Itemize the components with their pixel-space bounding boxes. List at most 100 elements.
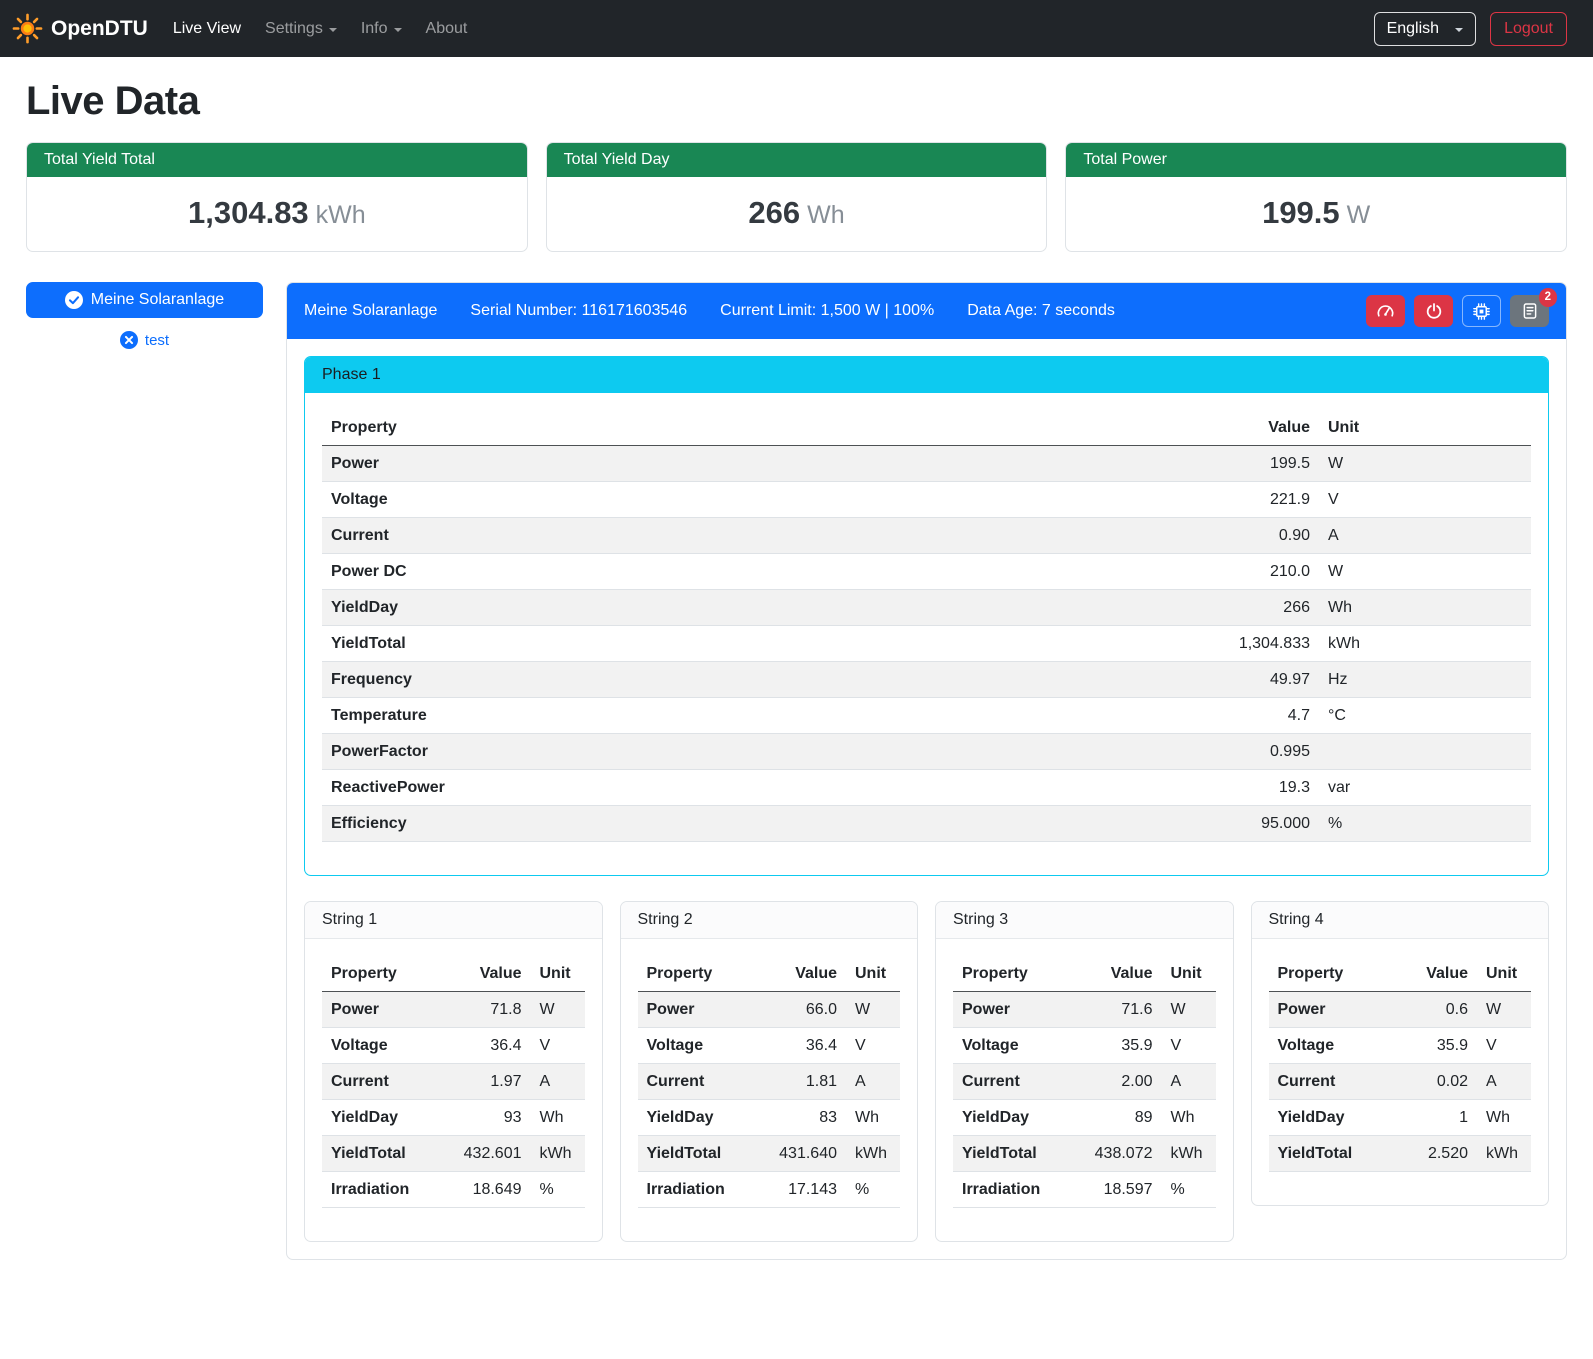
unit-cell: V — [1319, 482, 1531, 518]
unit-cell: Wh — [1477, 1100, 1531, 1136]
property-cell: Current — [1269, 1064, 1396, 1100]
nav-info-label: Info — [361, 20, 388, 38]
string-1-card: String 1 Property Value Unit — [304, 901, 603, 1242]
property-cell: Efficiency — [322, 806, 917, 842]
property-cell: YieldDay — [322, 590, 917, 626]
table-row: Voltage35.9V — [1269, 1028, 1532, 1064]
inverter-panel: Meine Solaranlage Serial Number: 1161716… — [286, 282, 1567, 1260]
gauge-icon — [1376, 302, 1395, 321]
value-cell: 66.0 — [754, 992, 846, 1028]
column-unit: Unit — [1319, 410, 1531, 446]
value-cell: 0.90 — [917, 518, 1319, 554]
phase-title: Phase 1 — [305, 357, 1548, 393]
page-container: Live Data Total Yield Total 1,304.83kWh … — [0, 57, 1593, 1286]
limit-settings-button[interactable] — [1366, 295, 1405, 327]
table-row: YieldDay1Wh — [1269, 1100, 1532, 1136]
value-cell: 266 — [917, 590, 1319, 626]
unit-cell: % — [1319, 806, 1531, 842]
property-cell: Temperature — [322, 698, 917, 734]
value-cell: 1 — [1395, 1100, 1477, 1136]
card-unit: W — [1347, 201, 1371, 229]
column-value: Value — [439, 956, 531, 992]
value-cell: 221.9 — [917, 482, 1319, 518]
page-title: Live Data — [26, 79, 1567, 124]
journal-icon — [1521, 302, 1539, 320]
unit-cell: V — [1162, 1028, 1216, 1064]
unit-cell: W — [1162, 992, 1216, 1028]
unit-cell — [1319, 734, 1531, 770]
nav-info[interactable]: Info — [350, 12, 413, 46]
unit-cell: kWh — [1477, 1136, 1531, 1172]
table-row: YieldTotal432.601kWh — [322, 1136, 585, 1172]
value-cell: 36.4 — [754, 1028, 846, 1064]
column-value: Value — [917, 410, 1319, 446]
nav-links: Live View Settings Info About — [162, 12, 479, 46]
string-title: String 4 — [1252, 902, 1549, 939]
table-row: Irradiation18.649% — [322, 1172, 585, 1208]
sidebar-item-meine-solaranlage[interactable]: Meine Solaranlage — [26, 282, 263, 318]
table-row: YieldTotal438.072kWh — [953, 1136, 1216, 1172]
table-row: Power199.5W — [322, 446, 1531, 482]
nav-about[interactable]: About — [415, 12, 479, 46]
brand-link[interactable]: OpenDTU — [12, 13, 148, 44]
value-cell: 1.81 — [754, 1064, 846, 1100]
card-title: Total Power — [1066, 143, 1566, 177]
unit-cell: Wh — [531, 1100, 585, 1136]
event-count-badge: 2 — [1539, 288, 1557, 307]
unit-cell: var — [1319, 770, 1531, 806]
strings-row: String 1 Property Value Unit — [304, 901, 1549, 1242]
inverter-limit: Current Limit: 1,500 W | 100% — [720, 302, 934, 320]
table-header-row: Property Value Unit — [638, 956, 901, 992]
unit-cell: A — [1477, 1064, 1531, 1100]
value-cell: 89 — [1070, 1100, 1162, 1136]
string-title: String 1 — [305, 902, 602, 939]
nav-live-view[interactable]: Live View — [162, 12, 252, 46]
column-unit: Unit — [1162, 956, 1216, 992]
column-property: Property — [322, 410, 917, 446]
value-cell: 35.9 — [1395, 1028, 1477, 1064]
table-header-row: Property Value Unit — [1269, 956, 1532, 992]
table-row: Irradiation18.597% — [953, 1172, 1216, 1208]
sidebar-item-test[interactable]: test — [26, 331, 263, 349]
value-cell: 36.4 — [439, 1028, 531, 1064]
property-cell: YieldTotal — [322, 626, 917, 662]
value-cell: 18.597 — [1070, 1172, 1162, 1208]
power-icon — [1425, 302, 1443, 320]
sidebar-item-label: test — [145, 332, 169, 349]
table-row: Efficiency95.000% — [322, 806, 1531, 842]
string-2-table: Property Value Unit Power66.0WVoltage36.… — [638, 956, 901, 1208]
property-cell: Power — [322, 446, 917, 482]
unit-cell: % — [1162, 1172, 1216, 1208]
logout-button[interactable]: Logout — [1490, 12, 1567, 46]
value-cell: 0.6 — [1395, 992, 1477, 1028]
property-cell: Voltage — [638, 1028, 755, 1064]
unit-cell: Wh — [1319, 590, 1531, 626]
table-row: Power0.6W — [1269, 992, 1532, 1028]
property-cell: Irradiation — [638, 1172, 755, 1208]
brand-label: OpenDTU — [51, 17, 148, 41]
value-cell: 432.601 — [439, 1136, 531, 1172]
column-property: Property — [322, 956, 439, 992]
table-row: Voltage36.4V — [638, 1028, 901, 1064]
string-title: String 3 — [936, 902, 1233, 939]
property-cell: YieldTotal — [1269, 1136, 1396, 1172]
inverter-actions: 2 — [1366, 295, 1549, 327]
nav-settings[interactable]: Settings — [254, 12, 348, 46]
table-header-row: Property Value Unit — [322, 956, 585, 992]
string-4-card: String 4 Property Value Unit — [1251, 901, 1550, 1206]
property-cell: Irradiation — [322, 1172, 439, 1208]
power-button[interactable] — [1414, 295, 1453, 327]
unit-cell: W — [1319, 446, 1531, 482]
property-cell: Voltage — [322, 482, 917, 518]
property-cell: Current — [322, 518, 917, 554]
card-value: 199.5 — [1262, 195, 1340, 230]
chevron-down-icon — [1455, 28, 1463, 32]
x-circle-icon — [120, 331, 138, 349]
event-log-button[interactable]: 2 — [1510, 295, 1549, 327]
language-select[interactable]: English — [1374, 12, 1476, 46]
device-info-button[interactable] — [1462, 295, 1501, 327]
property-cell: Power — [322, 992, 439, 1028]
string-3-table: Property Value Unit Power71.6WVoltage35.… — [953, 956, 1216, 1208]
chevron-down-icon — [394, 28, 402, 32]
string-title: String 2 — [621, 902, 918, 939]
